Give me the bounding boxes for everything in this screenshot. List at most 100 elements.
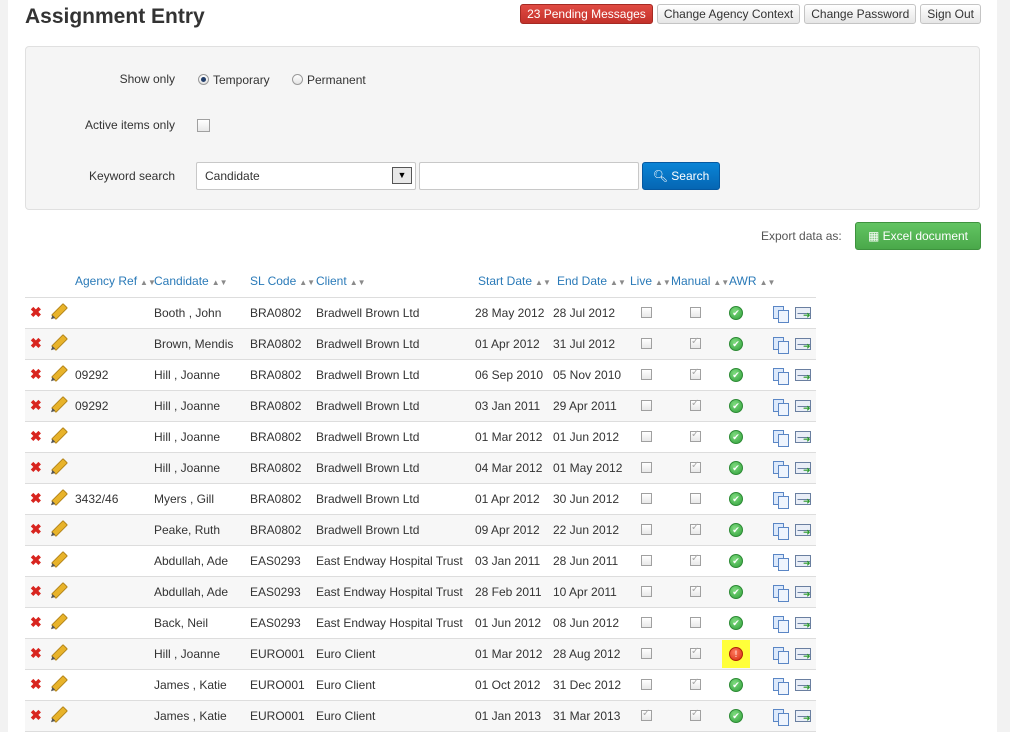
manual-checkbox[interactable] [690, 398, 701, 411]
send-mail-icon[interactable] [795, 679, 811, 692]
send-mail-icon[interactable] [795, 462, 811, 475]
awr-ok-icon[interactable]: ✔ [729, 337, 743, 351]
column-end-date[interactable]: End Date ▲▼ [557, 274, 626, 288]
chevron-down-icon[interactable]: ▼ [392, 167, 412, 184]
pending-messages-button[interactable]: 23 Pending Messages [520, 4, 653, 24]
edit-pencil-icon[interactable] [51, 489, 68, 506]
live-checkbox[interactable] [641, 708, 652, 721]
column-sl-code[interactable]: SL Code ▲▼ [250, 274, 315, 288]
copy-icon[interactable] [773, 430, 789, 447]
delete-icon[interactable]: ✖ [30, 646, 43, 660]
edit-pencil-icon[interactable] [51, 551, 68, 568]
copy-icon[interactable] [773, 368, 789, 385]
keyword-input[interactable] [419, 162, 639, 190]
live-checkbox[interactable] [641, 400, 652, 411]
delete-icon[interactable]: ✖ [30, 460, 43, 474]
delete-icon[interactable]: ✖ [30, 615, 43, 629]
live-checkbox[interactable] [641, 307, 652, 318]
edit-pencil-icon[interactable] [51, 613, 68, 630]
live-checkbox[interactable] [641, 431, 652, 442]
delete-icon[interactable]: ✖ [30, 522, 43, 536]
awr-ok-icon[interactable]: ✔ [729, 306, 743, 320]
edit-pencil-icon[interactable] [51, 706, 68, 723]
copy-icon[interactable] [773, 554, 789, 571]
column-candidate[interactable]: Candidate ▲▼ [154, 274, 228, 288]
manual-checkbox[interactable] [690, 429, 701, 442]
manual-checkbox[interactable] [690, 460, 701, 473]
send-mail-icon[interactable] [795, 431, 811, 444]
delete-icon[interactable]: ✖ [30, 491, 43, 505]
edit-pencil-icon[interactable] [51, 582, 68, 599]
live-checkbox[interactable] [641, 338, 652, 349]
edit-pencil-icon[interactable] [51, 675, 68, 692]
column-agency-ref[interactable]: Agency Ref ▲▼ [75, 274, 156, 288]
live-checkbox[interactable] [641, 524, 652, 535]
delete-icon[interactable]: ✖ [30, 305, 43, 319]
awr-ok-icon[interactable]: ✔ [729, 399, 743, 413]
send-mail-icon[interactable] [795, 400, 811, 413]
edit-pencil-icon[interactable] [51, 644, 68, 661]
copy-icon[interactable] [773, 399, 789, 416]
keyword-field-select[interactable]: Candidate ▼ [196, 162, 416, 190]
live-checkbox[interactable] [641, 493, 652, 504]
delete-icon[interactable]: ✖ [30, 708, 43, 722]
manual-checkbox[interactable] [690, 677, 701, 690]
copy-icon[interactable] [773, 523, 789, 540]
manual-checkbox[interactable] [690, 367, 701, 380]
send-mail-icon[interactable] [795, 338, 811, 351]
manual-checkbox[interactable] [690, 553, 701, 566]
radio-temporary[interactable]: Temporary [198, 72, 270, 87]
send-mail-icon[interactable] [795, 648, 811, 661]
delete-icon[interactable]: ✖ [30, 367, 43, 381]
delete-icon[interactable]: ✖ [30, 429, 43, 443]
awr-ok-icon[interactable]: ✔ [729, 709, 743, 723]
delete-icon[interactable]: ✖ [30, 398, 43, 412]
edit-pencil-icon[interactable] [51, 396, 68, 413]
column-manual[interactable]: Manual ▲▼ [671, 274, 729, 288]
send-mail-icon[interactable] [795, 369, 811, 382]
live-checkbox[interactable] [641, 648, 652, 659]
column-client[interactable]: Client ▲▼ [316, 274, 366, 288]
edit-pencil-icon[interactable] [51, 303, 68, 320]
live-checkbox[interactable] [641, 462, 652, 473]
manual-checkbox[interactable] [690, 336, 701, 349]
live-checkbox[interactable] [641, 586, 652, 597]
column-start-date[interactable]: Start Date ▲▼ [478, 274, 551, 288]
delete-icon[interactable]: ✖ [30, 336, 43, 350]
awr-ok-icon[interactable]: ✔ [729, 368, 743, 382]
awr-ok-icon[interactable]: ✔ [729, 461, 743, 475]
send-mail-icon[interactable] [795, 493, 811, 506]
manual-checkbox[interactable] [690, 493, 701, 504]
live-checkbox[interactable] [641, 679, 652, 690]
manual-checkbox[interactable] [690, 646, 701, 659]
send-mail-icon[interactable] [795, 524, 811, 537]
search-button[interactable]: 🔍︎ Search [642, 162, 720, 190]
column-live[interactable]: Live ▲▼ [630, 274, 671, 288]
manual-checkbox[interactable] [690, 522, 701, 535]
delete-icon[interactable]: ✖ [30, 553, 43, 567]
live-checkbox[interactable] [641, 617, 652, 628]
live-checkbox[interactable] [641, 369, 652, 380]
radio-temporary-dot[interactable] [198, 74, 209, 86]
sign-out-button[interactable]: Sign Out [920, 4, 981, 24]
send-mail-icon[interactable] [795, 617, 811, 630]
edit-pencil-icon[interactable] [51, 365, 68, 382]
live-checkbox[interactable] [641, 555, 652, 566]
radio-permanent-dot[interactable] [292, 74, 303, 86]
awr-ok-icon[interactable]: ✔ [729, 678, 743, 692]
copy-icon[interactable] [773, 337, 789, 354]
change-password-button[interactable]: Change Password [804, 4, 917, 24]
awr-ok-icon[interactable]: ✔ [729, 492, 743, 506]
awr-ok-icon[interactable]: ✔ [729, 430, 743, 444]
edit-pencil-icon[interactable] [51, 334, 68, 351]
send-mail-icon[interactable] [795, 307, 811, 320]
copy-icon[interactable] [773, 678, 789, 695]
manual-checkbox[interactable] [690, 708, 701, 721]
manual-checkbox[interactable] [690, 307, 701, 318]
edit-pencil-icon[interactable] [51, 458, 68, 475]
send-mail-icon[interactable] [795, 555, 811, 568]
radio-permanent[interactable]: Permanent [292, 72, 366, 87]
edit-pencil-icon[interactable] [51, 520, 68, 537]
awr-ok-icon[interactable]: ✔ [729, 523, 743, 537]
edit-pencil-icon[interactable] [51, 427, 68, 444]
